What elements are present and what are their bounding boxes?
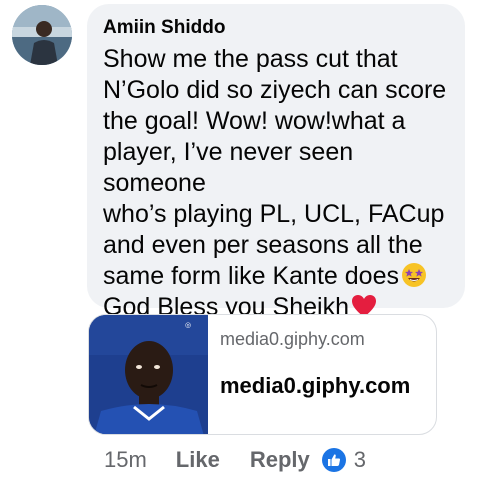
avatar-photo (12, 5, 72, 65)
comment-text: Show me the pass cut that N’Golo did so … (103, 45, 447, 290)
comment-author[interactable]: Amiin Shiddo (103, 16, 449, 40)
like-icon[interactable] (321, 448, 346, 472)
comment-text-block: Show me the pass cut that N’Golo did so … (103, 44, 449, 323)
avatar[interactable] (12, 5, 72, 65)
link-preview-thumbnail: ◎ (89, 315, 208, 434)
comment-actions: 15m Like Reply 3 (104, 445, 366, 475)
link-preview-domain: media0.giphy.com (220, 329, 365, 349)
svg-text:◎: ◎ (185, 321, 191, 329)
star-struck-icon (401, 262, 427, 288)
comment-timestamp[interactable]: 15m (104, 447, 147, 473)
link-preview-card[interactable]: ◎ media0.giphy.com media0.giphy.com (88, 314, 437, 435)
like-button[interactable]: Like (176, 447, 220, 473)
reply-button[interactable]: Reply (250, 447, 310, 473)
comment-bubble: Amiin Shiddo Show me the pass cut that N… (87, 4, 465, 321)
reaction-count[interactable]: 3 (354, 447, 366, 473)
link-preview-title: media0.giphy.com (220, 373, 411, 398)
